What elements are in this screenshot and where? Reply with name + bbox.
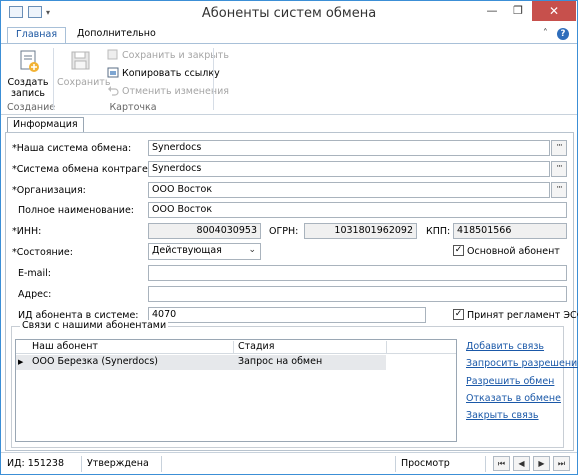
deny-exchange-link[interactable]: Отказать в обмене	[466, 393, 561, 404]
undo-changes-button[interactable]: Отменить изменения	[107, 85, 229, 98]
ribbon-controls: ˄ ?	[537, 28, 569, 40]
help-icon[interactable]: ?	[557, 28, 569, 40]
undo-icon	[107, 85, 119, 96]
request-permission-link[interactable]: Запросить разрешение	[466, 358, 578, 369]
chevron-down-icon: ⌄	[248, 245, 256, 255]
previous-record-button[interactable]: ◀	[513, 456, 530, 471]
ribbon: Создать запись Создание Сохранить Сохран…	[1, 43, 577, 115]
column-divider	[386, 341, 387, 353]
email-field[interactable]	[148, 265, 567, 281]
status-divider	[161, 456, 162, 472]
minimize-button[interactable]: —	[479, 1, 505, 21]
save-icon	[67, 48, 93, 74]
main-subscriber-label: Основной абонент	[467, 246, 560, 257]
tab-home[interactable]: Главная	[7, 27, 67, 43]
status-divider	[81, 456, 82, 472]
create-label-2: запись	[10, 88, 46, 99]
org-select-button[interactable]: ···	[551, 182, 567, 198]
record-id: ИД: 151238	[7, 458, 65, 469]
add-relation-link[interactable]: Добавить связь	[466, 341, 544, 352]
ogrn-label: ОГРН:	[269, 226, 299, 237]
kpp-label: КПП:	[426, 226, 451, 237]
our-system-field[interactable]: Synerdocs	[148, 140, 550, 156]
org-field[interactable]: ООО Восток	[148, 182, 550, 198]
inn-field[interactable]: 8004030953	[148, 223, 261, 239]
state-value: Действующая	[152, 245, 222, 256]
fullname-label: Полное наименование:	[18, 205, 135, 216]
group-label-card: Карточка	[109, 102, 157, 113]
fullname-field[interactable]: ООО Восток	[148, 202, 567, 218]
copy-link-icon	[107, 67, 119, 78]
next-record-button[interactable]: ▶	[533, 456, 550, 471]
status-bar: ИД: 151238 Утверждена Просмотр ⏮ ◀ ▶ ⏭	[1, 452, 577, 474]
first-record-button[interactable]: ⏮	[493, 456, 510, 471]
org-label: *Организация:	[12, 185, 86, 196]
group-label-create: Создание	[7, 102, 56, 113]
kpp-field[interactable]: 418501566	[453, 223, 567, 239]
row-pointer-icon: ▶	[18, 358, 24, 366]
address-label: Адрес:	[18, 289, 52, 300]
status-divider	[485, 456, 486, 472]
close-relation-link[interactable]: Закрыть связь	[466, 410, 539, 421]
state-dropdown[interactable]: Действующая ⌄	[148, 243, 261, 260]
ribbon-separator	[213, 48, 214, 110]
last-record-button[interactable]: ⏭	[553, 456, 570, 471]
relations-title: Связи с нашими абонентами	[20, 320, 169, 331]
our-system-select-button[interactable]: ···	[551, 140, 567, 156]
contr-system-field[interactable]: Synerdocs	[148, 161, 550, 177]
copy-link-label: Копировать ссылку	[122, 68, 220, 79]
row-stage: Запрос на обмен	[238, 356, 323, 367]
main-subscriber-checkbox[interactable]: ✓	[453, 245, 464, 256]
ribbon-tabs: Главная Дополнительно ˄ ?	[1, 25, 577, 43]
column-header-subscriber[interactable]: Наш абонент	[32, 341, 98, 352]
relations-table[interactable]: Наш абонент Стадия ▶ ООО Березка (Synerd…	[15, 339, 457, 442]
address-field[interactable]	[148, 286, 567, 302]
esf-checkbox[interactable]: ✓	[453, 309, 464, 320]
table-header: Наш абонент Стадия	[16, 340, 456, 354]
title-bar: ▾ Абоненты систем обмена — ❐ ✕	[1, 1, 577, 25]
collapse-ribbon-icon[interactable]: ˄	[543, 28, 548, 39]
create-record-button[interactable]: Создать запись	[5, 48, 51, 99]
inn-label: *ИНН:	[12, 226, 42, 237]
subscriber-id-field[interactable]: 4070	[148, 307, 426, 323]
contr-system-label: *Система обмена контрагента:	[12, 164, 169, 175]
view-mode: Просмотр	[401, 458, 450, 469]
contr-system-select-button[interactable]: ···	[551, 161, 567, 177]
row-subscriber: ООО Березка (Synerdocs)	[32, 356, 159, 367]
record-state: Утверждена	[87, 458, 149, 469]
column-divider	[233, 341, 234, 353]
new-document-icon	[15, 48, 41, 74]
save-close-icon	[107, 49, 119, 60]
esf-label: Принят регламент ЭСФ	[467, 310, 578, 321]
column-header-stage[interactable]: Стадия	[238, 341, 274, 352]
status-divider	[395, 456, 396, 472]
save-label: Сохранить	[57, 77, 111, 88]
info-panel: *Наша система обмена: Synerdocs ··· *Сис…	[5, 132, 578, 451]
window: ▾ Абоненты систем обмена — ❐ ✕ Главная Д…	[0, 0, 578, 475]
copy-link-button[interactable]: Копировать ссылку	[107, 67, 220, 80]
our-system-label: *Наша система обмена:	[12, 143, 132, 154]
save-button[interactable]: Сохранить	[57, 48, 111, 88]
email-label: E-mail:	[18, 268, 51, 279]
ogrn-field[interactable]: 1031801962092	[304, 223, 417, 239]
save-close-button[interactable]: Сохранить и закрыть	[107, 49, 229, 62]
create-label-1: Создать	[7, 77, 49, 88]
state-label: *Состояние:	[12, 247, 73, 258]
close-button[interactable]: ✕	[532, 1, 576, 21]
tab-information[interactable]: Информация	[7, 117, 84, 133]
allow-exchange-link[interactable]: Разрешить обмен	[466, 376, 554, 387]
ribbon-separator	[53, 48, 54, 110]
tab-additional[interactable]: Дополнительно	[69, 27, 164, 43]
restore-button[interactable]: ❐	[505, 1, 531, 21]
table-row[interactable]: ▶ ООО Березка (Synerdocs) Запрос на обме…	[16, 355, 386, 370]
